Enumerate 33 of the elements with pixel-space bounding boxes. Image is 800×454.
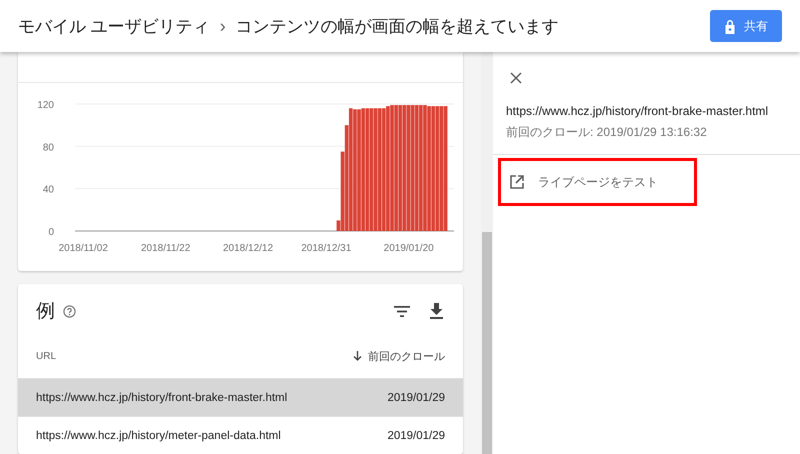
filter-icon[interactable] — [394, 306, 410, 316]
page-title: コンテンツの幅が画面の幅を超えています — [236, 16, 559, 38]
x-axis-label: 2019/01/20 — [384, 243, 434, 254]
url-cell: https://www.hcz.jp/history/front-brake-master.html — [36, 392, 288, 404]
y-axis-label: 40 — [42, 184, 54, 196]
date-cell: 2019/01/29 — [387, 392, 445, 404]
x-axis-label: 2018/12/12 — [223, 243, 274, 254]
card-title: 例 — [36, 300, 55, 324]
test-live-page-button[interactable]: ライブページをテスト — [498, 158, 697, 206]
y-axis-label: 120 — [37, 100, 54, 111]
external-link-icon — [510, 175, 524, 189]
y-axis-label: 0 — [48, 227, 54, 238]
share-button[interactable]: 共有 — [710, 10, 782, 42]
y-axis-label: 80 — [42, 142, 54, 154]
table-row[interactable]: https://www.hcz.jp/history/meter-panel-data.html 2019/01/29 — [18, 416, 463, 454]
lock-icon — [724, 18, 736, 34]
breadcrumb-separator: › — [220, 16, 226, 36]
download-icon[interactable] — [430, 303, 443, 319]
table-row[interactable]: https://www.hcz.jp/history/front-brake-master.html 2019/01/29 — [18, 378, 463, 416]
breadcrumb-link[interactable]: モバイル ユーザビリティ — [18, 14, 210, 38]
last-crawl-text: 前回のクロール: 2019/01/29 13:16:32 — [506, 124, 707, 141]
x-axis-label: 2018/12/31 — [301, 243, 352, 254]
close-icon[interactable] — [510, 72, 522, 84]
help-icon[interactable] — [63, 304, 76, 318]
x-axis-label: 2018/11/22 — [140, 243, 190, 254]
sort-arrow-icon — [353, 351, 362, 361]
x-axis-label: 2018/11/02 — [58, 243, 108, 254]
url-cell: https://www.hcz.jp/history/meter-panel-data.html — [36, 430, 281, 442]
date-cell: 2019/01/29 — [387, 430, 445, 442]
column-header[interactable]: 前回のクロール — [353, 348, 445, 364]
column-header[interactable]: URL — [36, 350, 56, 362]
page-url: https://www.hcz.jp/history/front-brake-master.html — [506, 104, 768, 118]
scrollbar[interactable] — [481, 52, 493, 454]
